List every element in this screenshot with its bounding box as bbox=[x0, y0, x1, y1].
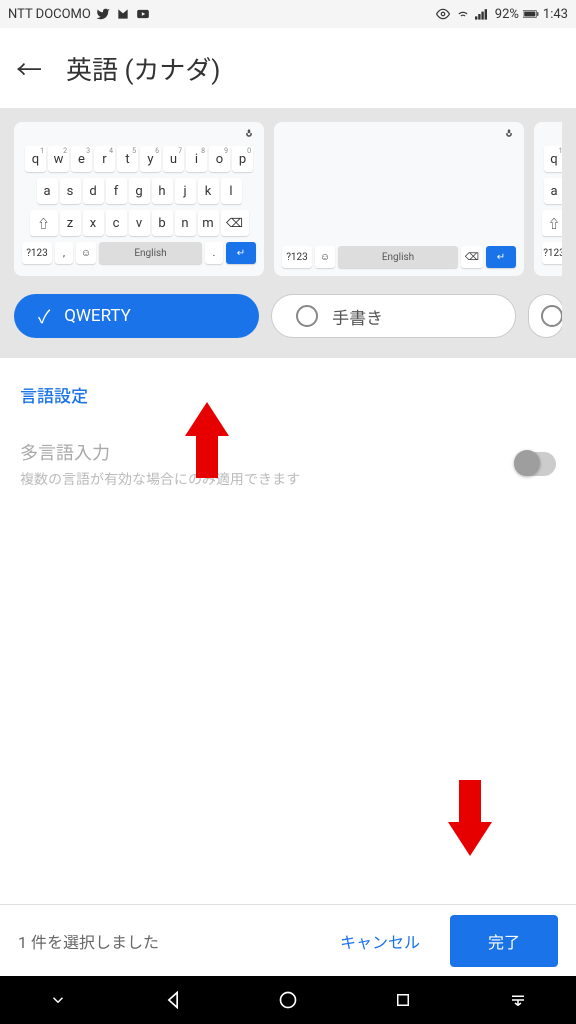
symbols-key: ?123 bbox=[22, 242, 52, 264]
nav-collapse-icon[interactable] bbox=[47, 989, 69, 1011]
language-settings-link[interactable]: 言語設定 bbox=[20, 382, 556, 407]
nav-recent-icon[interactable] bbox=[392, 989, 414, 1011]
keyboard-layout-carousel: q1w2e3r4t5y6u7i8o9p0 asdfghjkl ⇧ zxcvbnm… bbox=[0, 108, 576, 358]
mail-icon bbox=[115, 6, 131, 22]
key-x: x bbox=[83, 210, 104, 236]
wifi-icon bbox=[455, 6, 471, 22]
emoji-key: ☺ bbox=[76, 242, 96, 264]
layout-chip-next[interactable] bbox=[528, 294, 562, 338]
setting-title: 多言語入力 bbox=[20, 439, 300, 465]
keyboard-preview-qwerty[interactable]: q1w2e3r4t5y6u7i8o9p0 asdfghjkl ⇧ zxcvbnm… bbox=[14, 122, 264, 276]
spacebar: English bbox=[99, 242, 202, 264]
battery-icon bbox=[523, 6, 539, 22]
signal-icon bbox=[475, 6, 491, 22]
multilingual-toggle[interactable] bbox=[514, 452, 556, 476]
spacebar: English bbox=[338, 246, 458, 268]
enter-key: ↵ bbox=[486, 246, 516, 268]
eye-icon bbox=[435, 6, 451, 22]
mic-icon bbox=[244, 128, 254, 143]
layout-chip-qwerty[interactable]: ✓ QWERTY bbox=[14, 294, 259, 338]
key-t: t5 bbox=[117, 146, 138, 172]
check-icon: ✓ bbox=[38, 303, 50, 329]
key-p: p0 bbox=[232, 146, 253, 172]
key-z: z bbox=[60, 210, 81, 236]
status-bar: NTT DOCOMO 92% 1:43 bbox=[0, 0, 576, 28]
key-v: v bbox=[129, 210, 150, 236]
key-o: o9 bbox=[209, 146, 230, 172]
key-d: d bbox=[83, 178, 104, 204]
header: ← 英語 (カナダ) bbox=[0, 28, 576, 108]
mic-icon bbox=[504, 128, 514, 143]
multilingual-input-row: 多言語入力 複数の言語が有効な場合にのみ適用できます bbox=[20, 439, 556, 489]
selection-count-text: 1 件を選択しました bbox=[18, 929, 159, 953]
key-n: n bbox=[175, 210, 196, 236]
key-e: e3 bbox=[71, 146, 92, 172]
annotation-arrow-up bbox=[185, 402, 229, 436]
done-button[interactable]: 完了 bbox=[450, 915, 558, 967]
key-i: i8 bbox=[186, 146, 207, 172]
key-f: f bbox=[106, 178, 127, 204]
nav-menu-icon[interactable] bbox=[507, 989, 529, 1011]
shift-key: ⇧ bbox=[30, 210, 58, 236]
twitter-icon bbox=[95, 6, 111, 22]
nav-home-icon[interactable] bbox=[277, 989, 299, 1011]
key-m: m bbox=[198, 210, 219, 236]
cancel-button[interactable]: キャンセル bbox=[322, 919, 438, 963]
setting-description: 複数の言語が有効な場合にのみ適用できます bbox=[20, 469, 300, 489]
youtube-icon bbox=[135, 6, 151, 22]
annotation-arrow-down bbox=[448, 822, 492, 856]
backspace-key: ⌫ bbox=[221, 210, 249, 236]
key-k: k bbox=[198, 178, 219, 204]
layout-chip-handwriting[interactable]: 手書き bbox=[271, 294, 516, 338]
period-key: . bbox=[205, 242, 223, 264]
radio-icon bbox=[541, 305, 562, 327]
key-q: q1 bbox=[25, 146, 46, 172]
chip-label: 手書き bbox=[332, 304, 383, 329]
keyboard-preview-handwriting[interactable]: ?123 ☺ English ⌫ ↵ bbox=[274, 122, 524, 276]
key-w: w2 bbox=[48, 146, 69, 172]
key-l: l bbox=[221, 178, 242, 204]
backspace-key: ⌫ bbox=[461, 246, 483, 268]
key-c: c bbox=[106, 210, 127, 236]
navigation-bar bbox=[0, 976, 576, 1024]
radio-icon bbox=[296, 305, 318, 327]
settings-section: 言語設定 多言語入力 複数の言語が有効な場合にのみ適用できます bbox=[0, 358, 576, 513]
comma-key: , bbox=[55, 242, 73, 264]
key-h: h bbox=[152, 178, 173, 204]
time-label: 1:43 bbox=[543, 7, 568, 22]
battery-pct: 92% bbox=[495, 7, 519, 22]
chip-label: QWERTY bbox=[64, 306, 131, 326]
key-y: y6 bbox=[140, 146, 161, 172]
key-r: r4 bbox=[94, 146, 115, 172]
key-b: b bbox=[152, 210, 173, 236]
key-j: j bbox=[175, 178, 196, 204]
carrier-label: NTT DOCOMO bbox=[8, 7, 91, 22]
keyboard-preview-next[interactable]: q1 a ⇧ ?123 bbox=[534, 122, 562, 276]
key-u: u7 bbox=[163, 146, 184, 172]
back-arrow-icon[interactable]: ← bbox=[16, 50, 42, 87]
key-a: a bbox=[37, 178, 58, 204]
key-s: s bbox=[60, 178, 81, 204]
enter-key: ↵ bbox=[226, 242, 256, 264]
bottom-action-bar: 1 件を選択しました キャンセル 完了 bbox=[0, 904, 576, 976]
emoji-key: ☺ bbox=[315, 246, 335, 268]
symbols-key: ?123 bbox=[282, 246, 312, 268]
nav-back-icon[interactable] bbox=[162, 989, 184, 1011]
key-g: g bbox=[129, 178, 150, 204]
page-title: 英語 (カナダ) bbox=[66, 50, 220, 87]
